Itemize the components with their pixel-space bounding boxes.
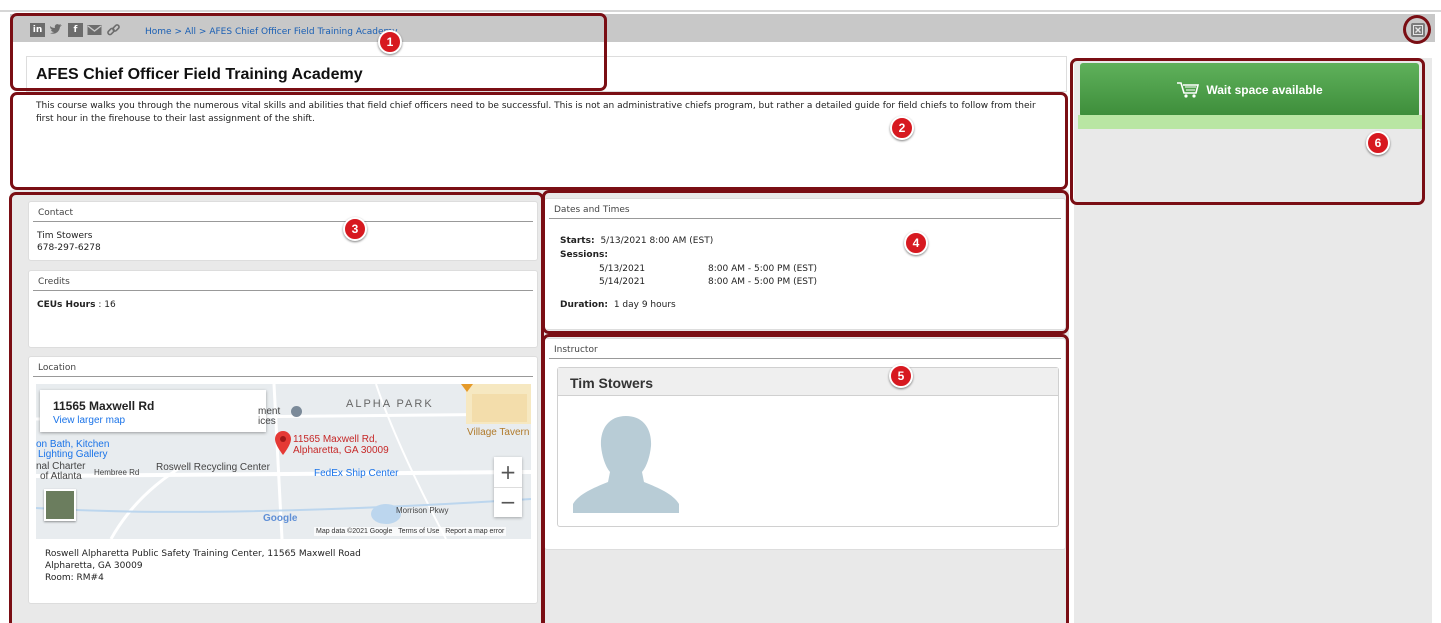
annotation-badge-2: 2 <box>890 116 914 140</box>
top-divider <box>0 10 1441 12</box>
highlight-box-3 <box>9 192 544 623</box>
annotation-badge-6: 6 <box>1366 131 1390 155</box>
annotation-badge-1: 1 <box>378 30 402 54</box>
highlight-box-close <box>1403 15 1431 44</box>
highlight-box-1 <box>10 13 607 91</box>
highlight-box-5 <box>542 334 1069 623</box>
annotation-badge-4: 4 <box>904 231 928 255</box>
highlight-box-4 <box>542 190 1069 334</box>
annotation-badge-5: 5 <box>889 364 913 388</box>
highlight-box-2 <box>10 92 1068 190</box>
annotation-badge-3: 3 <box>343 217 367 241</box>
